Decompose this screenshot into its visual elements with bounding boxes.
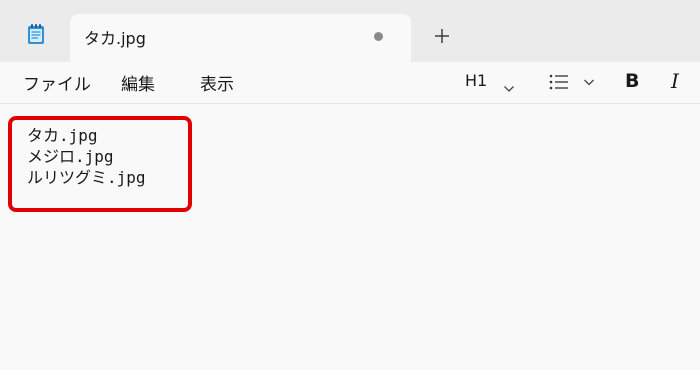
chevron-down-icon [503, 78, 515, 97]
chevron-down-icon [583, 71, 595, 97]
heading-label: H1 [465, 71, 488, 90]
menu-edit[interactable]: 編集 [121, 70, 155, 95]
tab-title: タカ.jpg [84, 29, 146, 48]
highlight-box [8, 116, 192, 212]
notepad-icon [27, 23, 45, 45]
italic-button[interactable]: I [671, 69, 679, 93]
list-dropdown[interactable] [546, 69, 600, 95]
plus-icon[interactable] [431, 25, 453, 47]
bold-button[interactable]: B [625, 70, 639, 92]
tab-document[interactable]: タカ.jpg [70, 14, 411, 62]
menu-bar: ファイル 編集 表示 H1 B I [0, 62, 700, 103]
unsaved-dot-icon[interactable] [374, 32, 383, 41]
menu-view[interactable]: 表示 [200, 70, 234, 95]
title-bar: タカ.jpg [0, 0, 700, 62]
menu-file[interactable]: ファイル [23, 70, 91, 95]
